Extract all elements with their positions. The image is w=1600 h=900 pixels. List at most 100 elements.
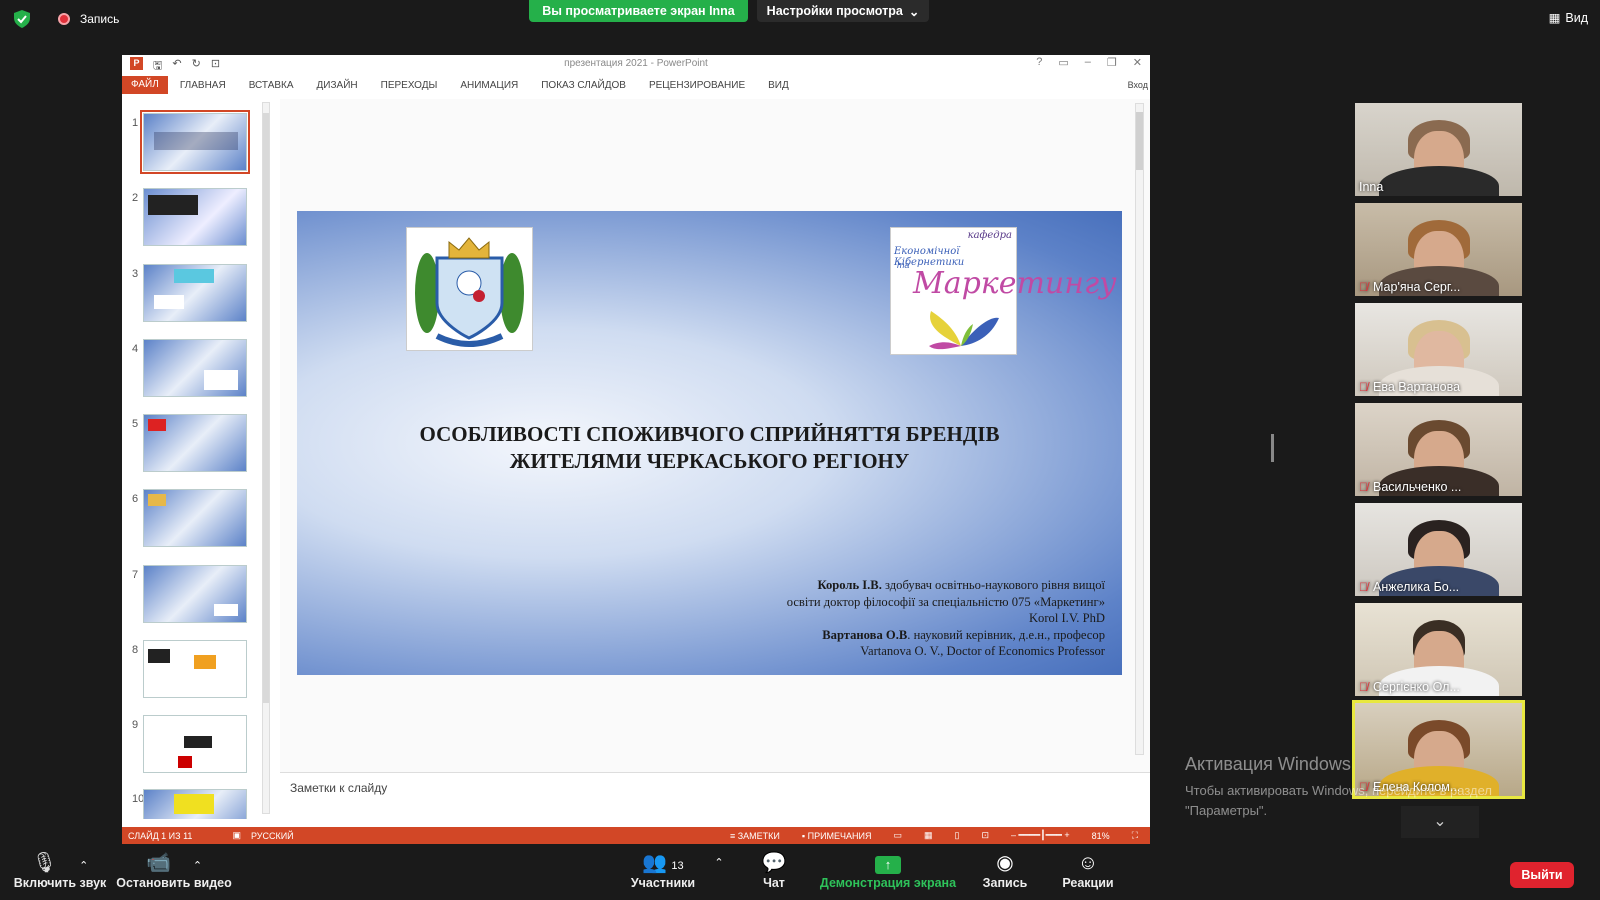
slideshow-view-icon[interactable]: ⊡: [982, 830, 990, 841]
restore-icon[interactable]: ❐: [1107, 56, 1117, 69]
spellcheck-icon[interactable]: ▣: [232, 830, 241, 841]
participants-button[interactable]: 👥 13 Участники: [628, 850, 698, 890]
save-icon[interactable]: 🖫: [153, 57, 162, 76]
record-button[interactable]: ◉ Запись: [980, 850, 1030, 890]
slide-preview: [143, 715, 247, 773]
share-screen-button[interactable]: ↑ Демонстрация экрана: [818, 850, 958, 890]
participant-tile[interactable]: 🎙̸ Анжелика Бо...: [1355, 503, 1522, 596]
chat-bubble-icon: 💬: [761, 852, 787, 874]
reactions-button[interactable]: ☺ Реакции: [1058, 850, 1118, 890]
slide-title: ОСОБЛИВОСТІ СПОЖИВЧОГО СПРИЙНЯТТЯ БРЕНДІ…: [419, 422, 1000, 473]
recording-label: Запись: [80, 12, 120, 26]
participant-tile[interactable]: Inna: [1355, 103, 1522, 196]
chevron-up-icon[interactable]: ⌃: [193, 860, 202, 872]
muted-mic-icon: 🎙̸: [1359, 380, 1368, 394]
normal-view-icon[interactable]: ▭: [894, 830, 903, 841]
share-screen-icon: ↑: [875, 856, 901, 874]
slide-preview: [143, 264, 247, 322]
tab-view[interactable]: ВИД: [768, 80, 789, 91]
participant-tile[interactable]: 🎙̸ Васильченко ...: [1355, 403, 1522, 496]
ribbon-display-icon[interactable]: ▭: [1058, 56, 1068, 69]
tab-design[interactable]: ДИЗАЙН: [317, 80, 358, 91]
tab-file[interactable]: ФАЙЛ: [122, 76, 168, 94]
slide-preview: [140, 110, 250, 174]
chevron-up-icon[interactable]: ⌃: [79, 860, 88, 872]
unmute-button[interactable]: 🎙 ⌃ Включить звук: [10, 850, 110, 890]
close-icon[interactable]: ✕: [1133, 56, 1142, 69]
leave-meeting-button[interactable]: Выйти: [1510, 862, 1574, 888]
notes-toggle[interactable]: ≡ ЗАМЕТКИ: [730, 831, 780, 841]
chevron-down-icon: ⌄: [908, 4, 920, 19]
start-slideshow-icon[interactable]: ⊡: [211, 57, 220, 76]
record-dot-icon: [58, 13, 70, 25]
participant-name: Васильченко ...: [1373, 480, 1462, 494]
muted-mic-icon: 🎙̸: [1359, 680, 1368, 694]
powerpoint-logo-icon: P: [130, 57, 143, 70]
recording-indicator: Запись: [14, 10, 119, 28]
slide-preview: [143, 339, 247, 397]
muted-mic-icon: 🎙̸: [1359, 580, 1368, 594]
participant-tile[interactable]: 🎙̸ Сергієнко Ол...: [1355, 603, 1522, 696]
slide-thumbnail[interactable]: 5: [122, 414, 272, 484]
slide-thumbnail[interactable]: 7: [122, 565, 272, 635]
slide-sorter-icon[interactable]: ▦: [924, 830, 933, 841]
thumbnails-scrollbar[interactable]: [262, 102, 270, 814]
panel-resize-handle[interactable]: [1271, 434, 1274, 462]
slide-thumbnail[interactable]: 2: [122, 188, 272, 258]
comments-toggle[interactable]: ▪ ПРИМЕЧАНИЯ: [802, 831, 872, 841]
tab-review[interactable]: РЕЦЕНЗИРОВАНИЕ: [649, 80, 745, 91]
slide-number: 4: [132, 343, 139, 355]
author2-name: Вартанова О.В: [822, 627, 908, 642]
participant-name: Сергієнко Ол...: [1373, 680, 1460, 694]
slide-thumbnail[interactable]: 1: [122, 110, 272, 183]
department-logo: кафедра Економічної Кібернетики та Марке…: [890, 227, 1117, 355]
participant-name: Ева Вартанова: [1373, 380, 1461, 394]
slide-number: 3: [132, 268, 139, 280]
slide-number: 7: [132, 569, 139, 581]
current-slide[interactable]: кафедра Економічної Кібернетики та Марке…: [297, 211, 1122, 675]
zoom-top-bar: Запись Вы просматриваете экран Inna Наст…: [0, 0, 1600, 42]
microphone-muted-icon: 🎙: [31, 852, 58, 874]
participant-tile[interactable]: 🎙̸ Мар'яна Серг...: [1355, 203, 1522, 296]
fit-slide-icon[interactable]: ⛶: [1132, 830, 1138, 841]
tab-slideshow[interactable]: ПОКАЗ СЛАЙДОВ: [541, 80, 626, 91]
tab-insert[interactable]: ВСТАВКА: [249, 80, 294, 91]
participants-options-button[interactable]: ⌃: [712, 850, 726, 876]
muted-mic-icon: 🎙̸: [1359, 280, 1368, 294]
scroll-participants-down-button[interactable]: ⌄: [1401, 806, 1479, 838]
minimize-icon[interactable]: –: [1085, 56, 1091, 69]
slide-authors: Король І.В. здобувач освітньо-наукового …: [786, 578, 1105, 658]
slide-thumbnail[interactable]: 4: [122, 339, 272, 409]
slide-thumbnail[interactable]: 8: [122, 640, 272, 710]
slide-thumbnail[interactable]: 9: [122, 715, 272, 785]
slide-number: 5: [132, 418, 139, 430]
reading-view-icon[interactable]: ▯: [955, 830, 960, 841]
participant-tile[interactable]: 🎙̸ Ева Вартанова: [1355, 303, 1522, 396]
tab-animations[interactable]: АНИМАЦИЯ: [460, 80, 518, 91]
view-button[interactable]: ▦ Вид: [1549, 10, 1588, 26]
slide-scrollbar[interactable]: [1135, 103, 1144, 755]
zoom-level[interactable]: 81%: [1092, 831, 1110, 841]
notes-pane[interactable]: Заметки к слайду: [280, 772, 1150, 802]
undo-icon[interactable]: ↶: [172, 57, 181, 76]
tab-home[interactable]: ГЛАВНАЯ: [180, 80, 226, 91]
zoom-slider[interactable]: – ━━━━┃━━━ +: [1011, 830, 1070, 841]
logo-line3: Маркетингу: [913, 266, 1117, 301]
window-controls: ? ▭ – ❐ ✕: [1036, 56, 1142, 69]
view-options-button[interactable]: Настройки просмотра ⌄: [757, 0, 929, 22]
sign-in-link[interactable]: Вход: [1128, 80, 1148, 90]
slide-thumbnail[interactable]: 3: [122, 264, 272, 334]
help-icon[interactable]: ?: [1036, 56, 1042, 69]
slide-thumbnail[interactable]: 6: [122, 489, 272, 559]
logo-line2: та: [897, 260, 910, 270]
redo-icon[interactable]: ↻: [192, 57, 201, 76]
slide-thumbnail[interactable]: 10: [122, 789, 272, 819]
stop-video-button[interactable]: 📹 ⌃ Остановить видео: [114, 850, 234, 890]
chat-button[interactable]: 💬 Чат: [752, 850, 796, 890]
language-indicator[interactable]: РУССКИЙ: [251, 831, 294, 841]
logo-line1: Економічної Кібернетики: [894, 246, 965, 268]
tab-transitions[interactable]: ПЕРЕХОДЫ: [381, 80, 438, 91]
author1-name: Король І.В.: [817, 578, 882, 592]
chevron-up-icon: ⌃: [714, 857, 724, 869]
security-shield-icon[interactable]: [14, 10, 30, 28]
